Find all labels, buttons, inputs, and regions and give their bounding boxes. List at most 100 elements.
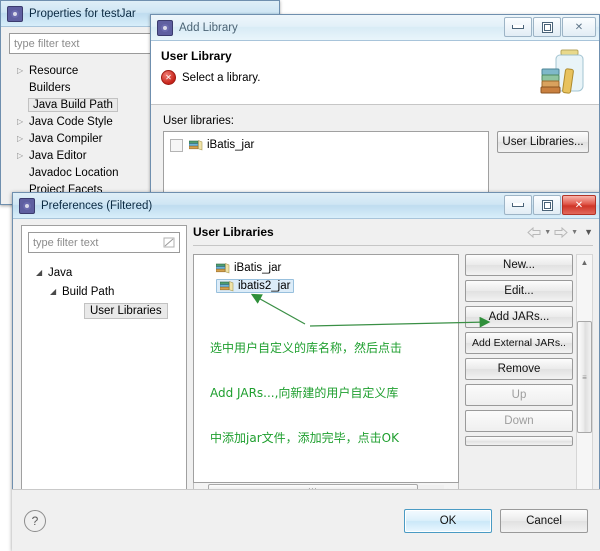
expand-arrow-icon[interactable]: ▷: [17, 152, 29, 160]
eclipse-icon: [157, 20, 173, 36]
annotation-line-3: 中添加jar文件，添加完毕，点击OK: [210, 431, 402, 446]
extra-button-partial[interactable]: [465, 436, 573, 446]
add-library-window[interactable]: Add Library ✕ User Library ✕ Select a li…: [150, 14, 600, 204]
add-library-titlebar[interactable]: Add Library ✕: [151, 15, 599, 41]
user-libraries-listwrap: iBatis_jar: [193, 254, 459, 500]
vscroll-thumb[interactable]: ≡: [577, 321, 592, 433]
collapse-arrow-icon[interactable]: ◢: [36, 268, 48, 277]
preferences-titlebar[interactable]: Preferences (Filtered) ✕: [13, 193, 599, 219]
down-button[interactable]: Down: [465, 410, 573, 432]
add-library-header: User Library ✕ Select a library.: [151, 41, 599, 105]
menu-chevron-icon[interactable]: ▼: [584, 227, 593, 237]
new-button[interactable]: New...: [465, 254, 573, 276]
preferences-frame: Preferences (Filtered) ✕ type filter tex…: [12, 192, 600, 551]
preferences-filter-input[interactable]: type filter text: [28, 232, 180, 253]
scroll-up-arrow-icon[interactable]: ▲: [581, 255, 589, 269]
collapse-arrow-icon[interactable]: ◢: [50, 287, 62, 296]
minimize-button[interactable]: [504, 195, 532, 215]
list-item[interactable]: iBatis_jar: [194, 259, 458, 277]
preferences-window[interactable]: Preferences (Filtered) ✕ type filter tex…: [12, 192, 600, 551]
page-title: User Libraries: [193, 225, 274, 239]
library-action-buttons: New... Edit... Add JARs... Add External …: [465, 254, 573, 500]
annotation-line-2: Add JARs...,向新建的用户自定义库: [210, 386, 402, 401]
user-libraries-label: User libraries:: [163, 115, 589, 127]
expand-arrow-icon[interactable]: ▷: [17, 135, 29, 143]
tree-item-label: Builders: [29, 82, 71, 94]
tree-item-label: Java Compiler: [29, 133, 103, 145]
preferences-window-title: Preferences (Filtered): [41, 200, 152, 212]
annotation-text: 选中用户自定义的库名称，然后点击 Add JARs...,向新建的用户自定义库 …: [210, 311, 402, 476]
preferences-window-controls[interactable]: ✕: [503, 195, 596, 215]
list-item[interactable]: ibatis2_jar: [194, 277, 458, 295]
edit-button[interactable]: Edit...: [465, 280, 573, 302]
preferences-tree: ◢ Java ◢ Build Path User Libraries: [28, 263, 180, 320]
prefs-tree-item-build-path[interactable]: ◢ Build Path: [28, 282, 180, 301]
tree-item-label: Java Code Style: [29, 116, 113, 128]
maximize-button[interactable]: [533, 17, 561, 37]
expand-arrow-icon[interactable]: ▷: [17, 67, 29, 75]
tree-item-label: Javadoc Location: [29, 167, 119, 179]
library-icon: [216, 262, 230, 274]
remove-button[interactable]: Remove: [465, 358, 573, 380]
minimize-button[interactable]: [504, 17, 532, 37]
eclipse-icon: [7, 6, 23, 22]
expand-arrow-icon[interactable]: ▷: [17, 118, 29, 126]
properties-filter-placeholder: type filter text: [14, 38, 79, 50]
user-libraries-button-label: User Libraries...: [502, 136, 583, 148]
vertical-scrollbar[interactable]: ▲ ≡ ▼: [576, 254, 593, 500]
properties-window-title: Properties for testJar: [29, 8, 136, 20]
cancel-button[interactable]: Cancel: [500, 509, 588, 533]
clear-filter-icon[interactable]: [163, 237, 175, 248]
edit-button-label: Edit...: [504, 285, 533, 297]
close-button[interactable]: ✕: [562, 195, 596, 215]
error-icon: ✕: [161, 70, 176, 85]
add-external-jars-button-label: Add External JARs..: [472, 337, 566, 349]
library-name: ibatis2_jar: [238, 280, 290, 292]
new-button-label: New...: [503, 259, 535, 271]
prefs-tree-item-label: User Libraries: [84, 303, 168, 319]
help-question-icon[interactable]: ?: [24, 510, 46, 532]
add-external-jars-button[interactable]: Add External JARs..: [465, 332, 573, 354]
page-nav-controls[interactable]: ▼ ▼ ▼: [527, 227, 593, 238]
tree-item-label: Java Build Path: [28, 98, 118, 112]
library-icon: [189, 139, 203, 151]
prefs-tree-item-java[interactable]: ◢ Java: [28, 263, 180, 282]
preferences-filter-placeholder: type filter text: [33, 237, 98, 249]
add-library-message: Select a library.: [182, 72, 260, 84]
add-library-window-title: Add Library: [179, 22, 238, 34]
prefs-tree-item-label: Build Path: [62, 286, 114, 298]
list-item[interactable]: iBatis_jar: [164, 136, 488, 154]
maximize-button[interactable]: [533, 195, 561, 215]
library-name: iBatis_jar: [234, 262, 281, 274]
close-button[interactable]: ✕: [562, 17, 596, 37]
add-library-window-controls[interactable]: ✕: [503, 17, 596, 37]
library-icon: [220, 280, 234, 292]
prefs-tree-item-user-libraries[interactable]: User Libraries: [28, 301, 180, 320]
add-library-message-row: ✕ Select a library.: [161, 70, 589, 85]
back-arrow-icon[interactable]: [527, 227, 541, 238]
back-dropdown-icon[interactable]: ▼: [544, 229, 551, 236]
down-button-label: Down: [504, 415, 533, 427]
jar-with-books-icon: [539, 47, 587, 97]
up-button[interactable]: Up: [465, 384, 573, 406]
cancel-button-label: Cancel: [526, 515, 562, 527]
preferences-page-header: User Libraries ▼ ▼ ▼: [193, 225, 593, 246]
tree-item-label: Resource: [29, 65, 78, 77]
up-button-label: Up: [512, 389, 527, 401]
library-checkbox[interactable]: [170, 139, 183, 152]
add-jars-button[interactable]: Add JARs...: [465, 306, 573, 328]
add-jars-button-label: Add JARs...: [489, 311, 550, 323]
remove-button-label: Remove: [498, 363, 541, 375]
preferences-footer: ? OK Cancel: [12, 489, 600, 551]
preferences-body: type filter text ◢ Java ◢ Build Path: [13, 219, 599, 500]
user-libraries-tree[interactable]: iBatis_jar: [193, 254, 459, 483]
tree-item-label: Java Editor: [29, 150, 87, 162]
preferences-tree-panel: type filter text ◢ Java ◢ Build Path: [21, 225, 187, 500]
forward-arrow-icon[interactable]: [554, 227, 568, 238]
add-library-heading: User Library: [161, 49, 589, 63]
forward-dropdown-icon[interactable]: ▼: [571, 229, 578, 236]
ok-button[interactable]: OK: [404, 509, 492, 533]
user-libraries-button[interactable]: User Libraries...: [497, 131, 589, 153]
ok-button-label: OK: [440, 515, 457, 527]
dialog-buttons: OK Cancel: [404, 509, 588, 533]
